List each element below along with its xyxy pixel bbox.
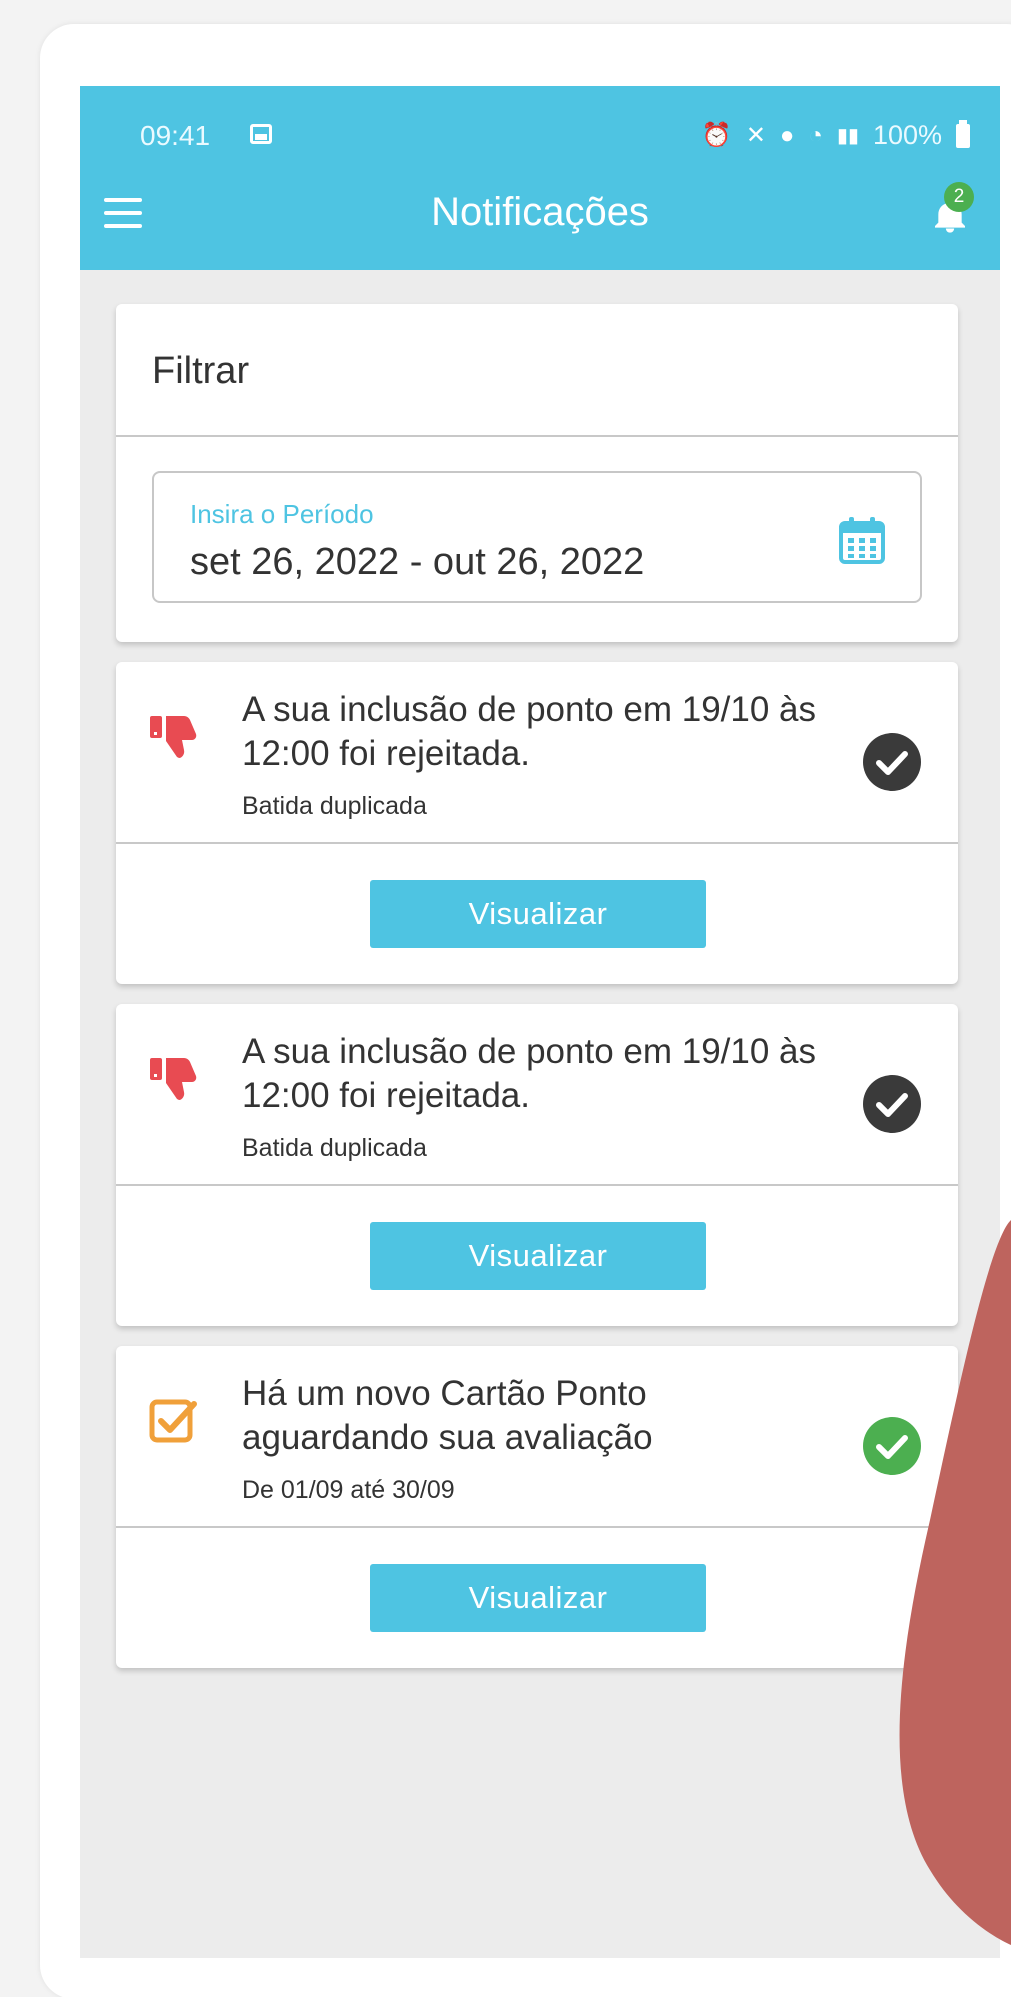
notification-card: A sua inclusão de ponto em 19/10 às 12:0…: [116, 1004, 958, 1326]
thumbs-down-icon: [150, 1058, 197, 1100]
check-circle-icon: [863, 733, 921, 791]
thumbs-down-icon: [150, 716, 197, 758]
period-field[interactable]: Insira o Período set 26, 2022 - out 26, …: [152, 471, 922, 603]
period-label: Insira o Período: [190, 499, 374, 529]
status-time: 09:41: [140, 120, 211, 151]
calendar-icon[interactable]: [838, 515, 886, 565]
notification-card: Há um novo Cartão Ponto aguardando sua a…: [116, 1346, 958, 1668]
wifi-icon: ◔: [808, 121, 823, 149]
notification-badge: 2: [944, 182, 974, 212]
notification-title: A sua inclusão de ponto em 19/10 às 12:0…: [242, 690, 817, 773]
notification-card: A sua inclusão de ponto em 19/10 às 12:0…: [116, 662, 958, 984]
mute-icon: ✕: [745, 121, 766, 149]
battery-percent: 100%: [872, 120, 942, 150]
divider: [116, 1526, 958, 1528]
period-value[interactable]: set 26, 2022 - out 26, 2022: [190, 541, 644, 584]
divider: [116, 1184, 958, 1186]
view-button[interactable]: Visualizar: [370, 1222, 706, 1290]
notification-subtitle: Batida duplicada: [242, 1134, 427, 1162]
image-icon: [250, 124, 272, 144]
page-title: Notificações: [431, 190, 649, 234]
notification-title: A sua inclusão de ponto em 19/10 às 12:0…: [242, 1032, 817, 1115]
location-icon: ●: [779, 121, 795, 149]
app-bar: 09:41 ⏰ ✕ ● ◔ ▮▮ 100% Notificações 2: [80, 86, 1000, 270]
app-screen: 09:41 ⏰ ✕ ● ◔ ▮▮ 100% Notificações 2 Fil…: [80, 86, 1000, 1958]
filter-title: Filtrar: [152, 350, 250, 392]
notification-subtitle: Batida duplicada: [242, 792, 427, 820]
battery-icon: [956, 119, 970, 148]
notification-subtitle: De 01/09 até 30/09: [242, 1476, 455, 1504]
view-button[interactable]: Visualizar: [370, 1564, 706, 1632]
alarm-icon: ⏰: [701, 121, 732, 149]
divider: [116, 435, 958, 437]
filter-card: Filtrar Insira o Período set 26, 2022 - …: [116, 304, 958, 642]
notification-title: Há um novo Cartão Ponto aguardando sua a…: [242, 1374, 653, 1457]
status-icons: ⏰ ✕ ● ◔ ▮▮ 100%: [701, 119, 970, 151]
check-circle-icon: [863, 1075, 921, 1133]
signal-icon: ▮▮: [836, 124, 859, 147]
checkbox-icon: [149, 1399, 197, 1443]
view-button[interactable]: Visualizar: [370, 880, 706, 948]
divider: [116, 842, 958, 844]
check-circle-icon: [863, 1417, 921, 1475]
